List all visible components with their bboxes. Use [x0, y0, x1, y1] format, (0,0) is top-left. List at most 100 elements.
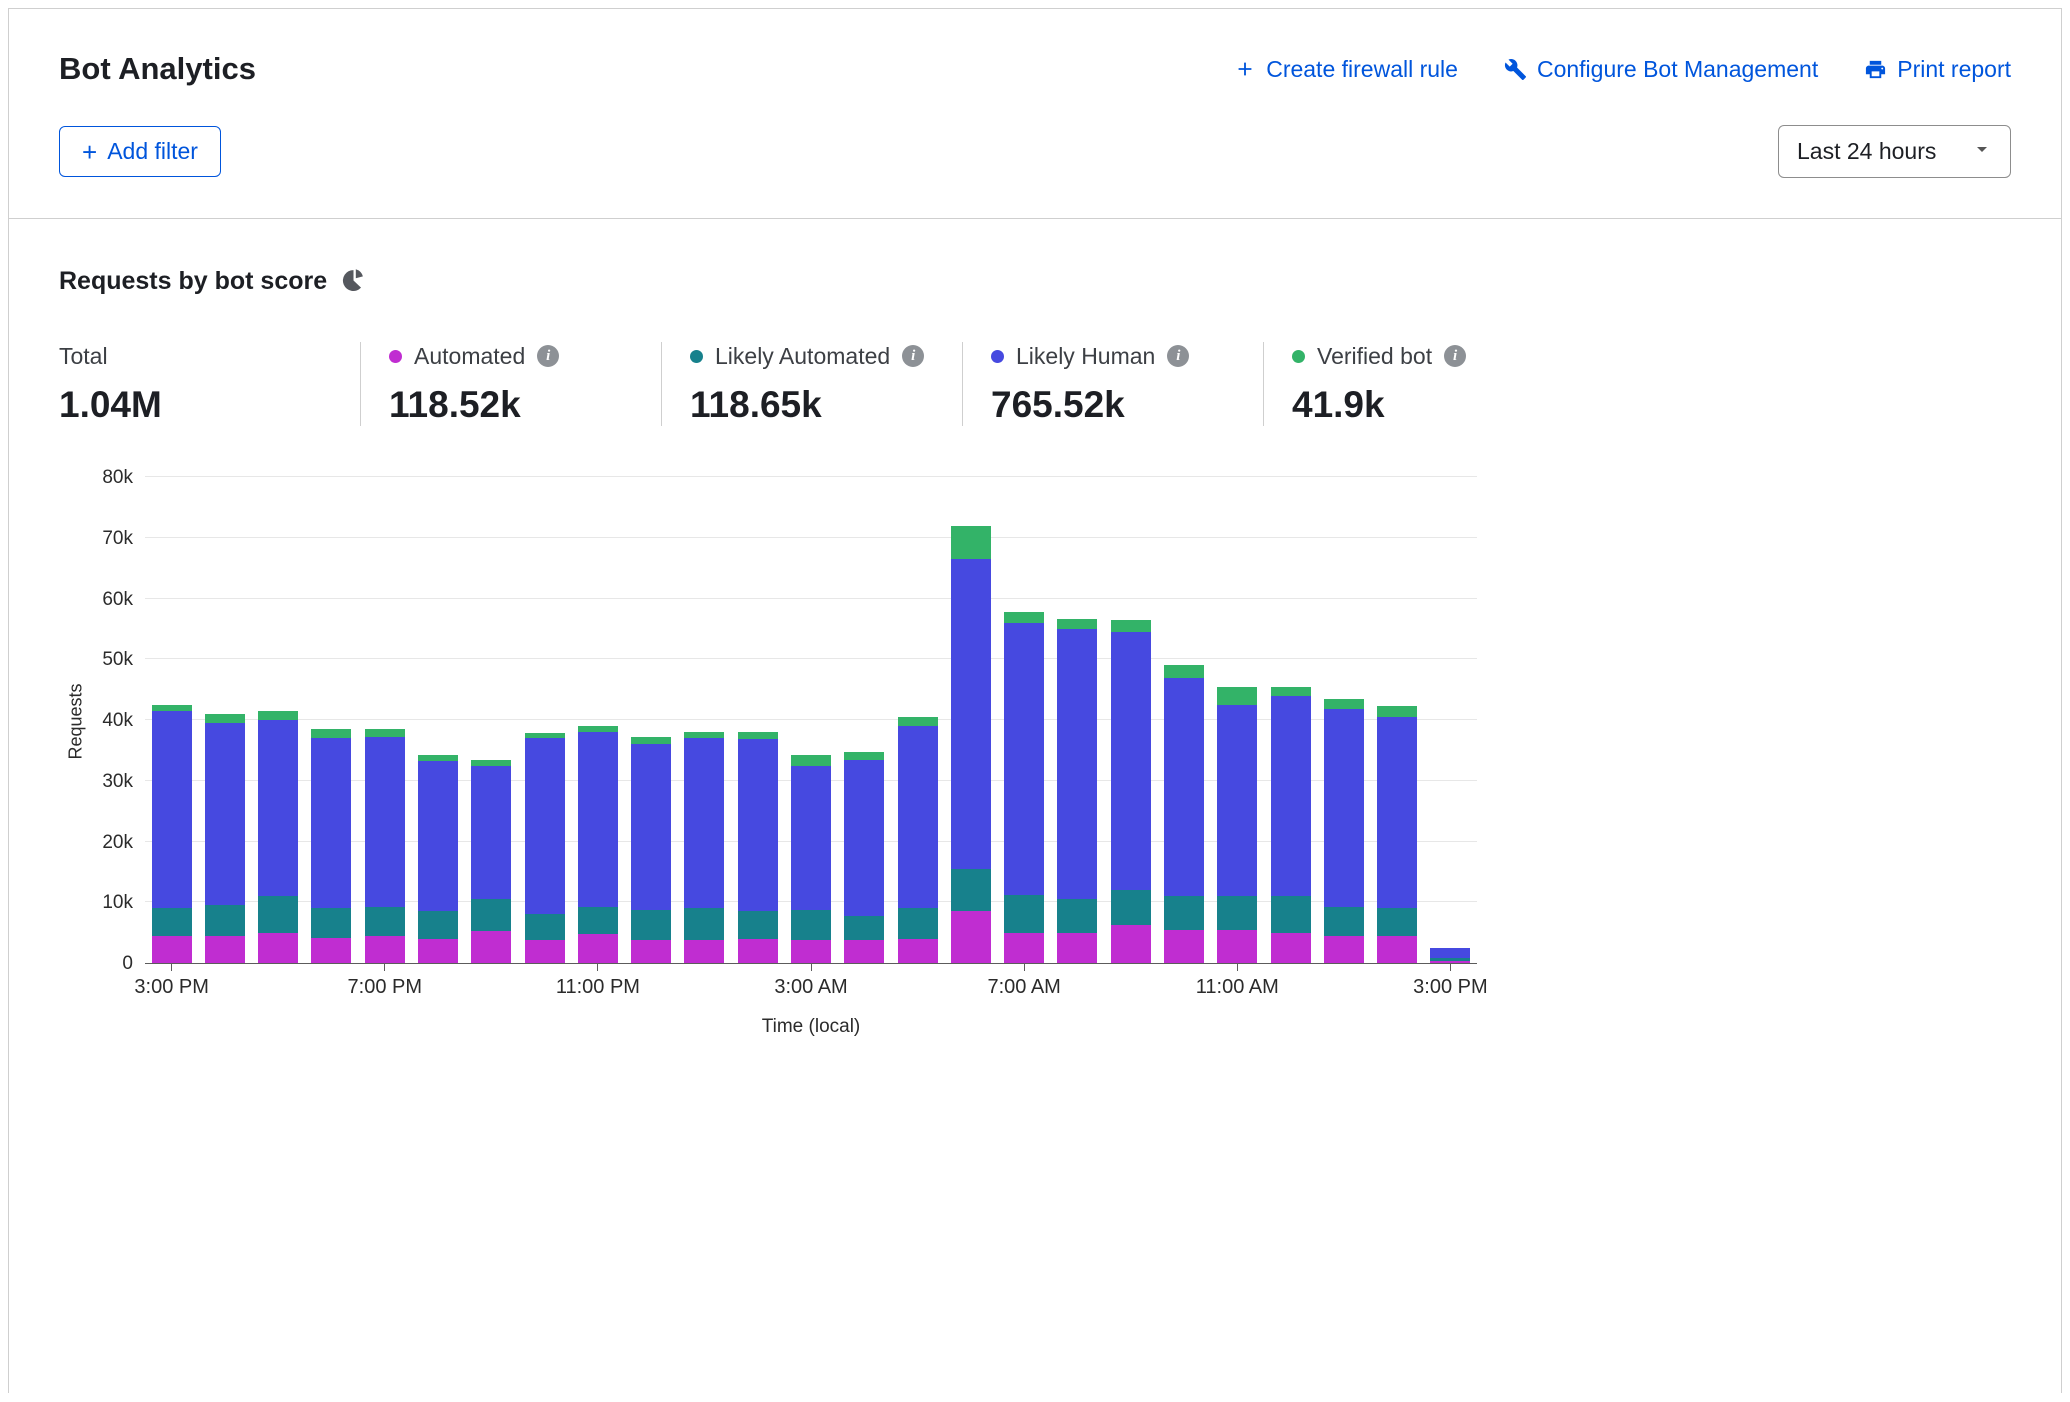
bar-segment-automated — [311, 938, 351, 964]
header: Bot Analytics Create firewall rule Confi… — [9, 9, 2061, 219]
info-icon[interactable]: i — [902, 345, 924, 367]
stats-row: Total 1.04M Automated i 118.52k Likely A… — [59, 342, 2011, 426]
bar-slot — [784, 478, 837, 963]
stat-likely-automated: Likely Automated i 118.65k — [661, 342, 962, 426]
bot-analytics-panel: Bot Analytics Create firewall rule Confi… — [8, 8, 2062, 1393]
stat-verified-bot-label: Verified bot — [1317, 343, 1432, 370]
bar-segment-likely-automated — [1271, 896, 1311, 932]
bar-segment-likely-automated — [898, 908, 938, 938]
stacked-bar — [258, 711, 298, 963]
bar-slot — [838, 478, 891, 963]
automated-legend-dot — [389, 350, 402, 363]
stat-automated-value: 118.52k — [389, 384, 661, 426]
stacked-bar — [1217, 687, 1257, 963]
plus-icon — [1234, 58, 1256, 80]
bar-segment-likely-human — [152, 711, 192, 908]
print-report-link[interactable]: Print report — [1864, 56, 2011, 83]
bar-segment-likely-automated — [844, 916, 884, 940]
bar-segment-verified-bot — [1004, 612, 1044, 623]
x-tick-slot: 11:00 AM — [1211, 964, 1264, 1012]
stat-verified-bot-value: 41.9k — [1292, 384, 1564, 426]
requests-chart: Requests 010k20k30k40k50k60k70k80k 3:00 … — [59, 478, 2011, 1038]
info-icon[interactable]: i — [537, 345, 559, 367]
bar-segment-likely-automated — [1057, 899, 1097, 932]
bar-segment-likely-automated — [1217, 896, 1257, 929]
bar-slot — [305, 478, 358, 963]
x-tick-slot — [465, 964, 518, 1012]
bar-segment-likely-automated — [152, 908, 192, 935]
bar-segment-automated — [1111, 925, 1151, 963]
header-actions: Create firewall rule Configure Bot Manag… — [1234, 56, 2011, 83]
bar-segment-verified-bot — [1377, 706, 1417, 717]
x-tick-slot: 11:00 PM — [571, 964, 624, 1012]
bar-segment-likely-human — [311, 738, 351, 908]
stacked-bar — [578, 726, 618, 963]
bar-segment-likely-human — [1271, 696, 1311, 896]
y-tick-label: 80k — [102, 467, 133, 489]
bar-segment-likely-human — [951, 559, 991, 869]
y-tick-label: 70k — [102, 528, 133, 550]
bar-segment-automated — [578, 934, 618, 963]
verified-bot-legend-dot — [1292, 350, 1305, 363]
time-range-select[interactable]: Last 24 hours — [1778, 125, 2011, 178]
bar-segment-likely-automated — [365, 907, 405, 936]
info-icon[interactable]: i — [1444, 345, 1466, 367]
x-tick-slot: 7:00 PM — [358, 964, 411, 1012]
configure-bot-management-label: Configure Bot Management — [1537, 56, 1818, 83]
content: Requests by bot score Total 1.04M Automa… — [9, 219, 2061, 1038]
bar-segment-likely-automated — [311, 908, 351, 937]
x-tick-slot — [1264, 964, 1317, 1012]
print-report-label: Print report — [1897, 56, 2011, 83]
stacked-bar — [1057, 619, 1097, 963]
bar-segment-automated — [684, 940, 724, 963]
x-tick-slot — [678, 964, 731, 1012]
likely-automated-legend-dot — [690, 350, 703, 363]
bar-segment-likely-automated — [951, 869, 991, 912]
x-tick-slot — [198, 964, 251, 1012]
add-filter-button[interactable]: + Add filter — [59, 126, 221, 177]
create-firewall-rule-link[interactable]: Create firewall rule — [1234, 56, 1458, 83]
bar-segment-likely-human — [365, 737, 405, 907]
bar-slot — [731, 478, 784, 963]
y-tick-label: 50k — [102, 649, 133, 671]
bar-segment-likely-human — [525, 738, 565, 914]
stat-likely-automated-label: Likely Automated — [715, 343, 890, 370]
bar-slot — [145, 478, 198, 963]
bar-slot — [358, 478, 411, 963]
stacked-bar — [1164, 665, 1204, 963]
bar-slot — [1264, 478, 1317, 963]
stacked-bar — [898, 717, 938, 963]
bar-segment-likely-human — [1164, 678, 1204, 897]
bar-segment-verified-bot — [1164, 665, 1204, 677]
bar-slot — [625, 478, 678, 963]
bar-segment-likely-automated — [418, 911, 458, 938]
bar-slot — [678, 478, 731, 963]
bar-slot — [1317, 478, 1370, 963]
x-axis-title: Time (local) — [145, 1016, 1477, 1038]
bar-segment-automated — [1057, 933, 1097, 963]
bar-segment-automated — [791, 940, 831, 963]
x-tick-mark — [1024, 964, 1025, 971]
bar-segment-likely-automated — [471, 899, 511, 931]
bar-segment-likely-automated — [1111, 890, 1151, 925]
bar-slot — [198, 478, 251, 963]
x-tick-slot — [838, 964, 891, 1012]
bar-segment-verified-bot — [258, 711, 298, 720]
info-icon[interactable]: i — [1167, 345, 1189, 367]
bar-slot — [252, 478, 305, 963]
bar-segment-likely-automated — [684, 908, 724, 940]
stat-likely-human: Likely Human i 765.52k — [962, 342, 1263, 426]
x-tick-slot: 3:00 PM — [1424, 964, 1477, 1012]
configure-bot-management-link[interactable]: Configure Bot Management — [1504, 56, 1818, 83]
x-tick-slot: 7:00 AM — [998, 964, 1051, 1012]
y-tick-label: 20k — [102, 832, 133, 854]
bar-segment-likely-automated — [258, 896, 298, 932]
bar-segment-automated — [898, 939, 938, 963]
bar-segment-automated — [844, 940, 884, 963]
stacked-bar — [1271, 687, 1311, 963]
stacked-bar — [1430, 948, 1470, 963]
bar-segment-verified-bot — [1324, 699, 1364, 709]
x-tick-mark — [171, 964, 172, 971]
bar-segment-verified-bot — [1271, 687, 1311, 696]
y-tick-label: 0 — [122, 953, 133, 975]
